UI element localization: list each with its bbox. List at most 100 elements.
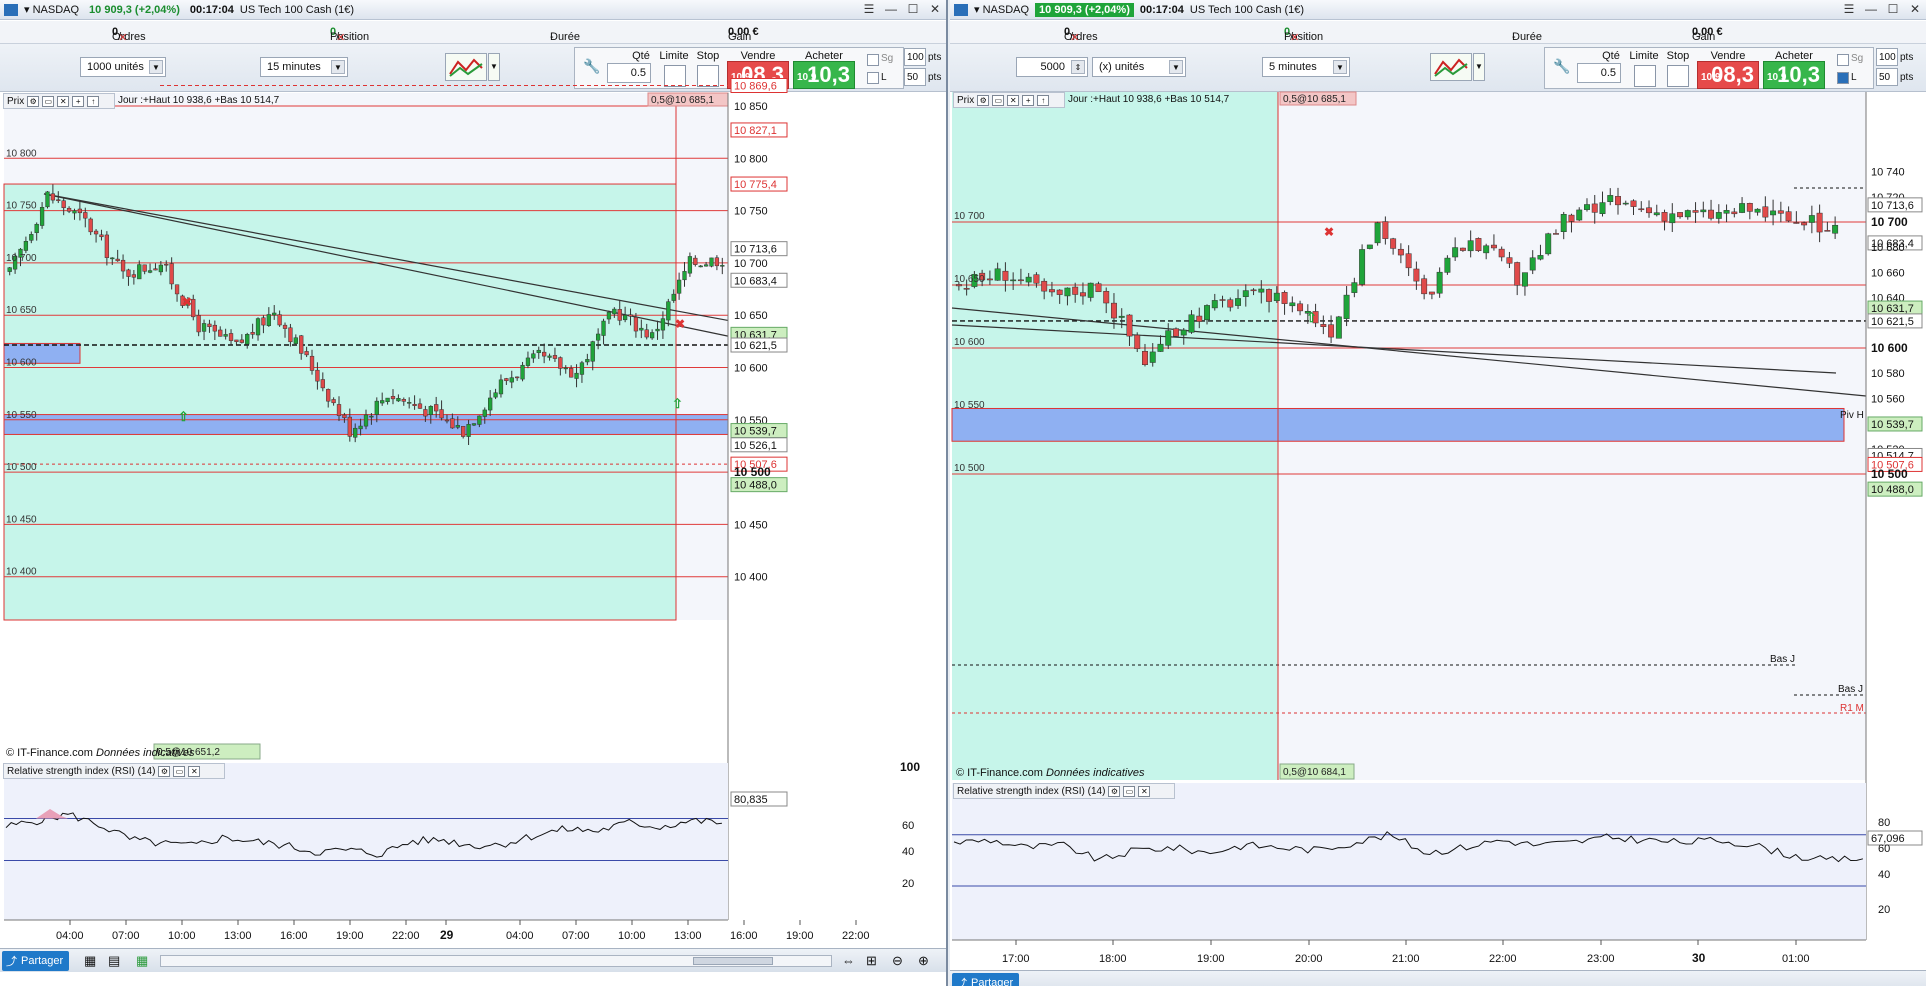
ohlc-summary: Jour :+Haut 10 938,6 +Bas 10 514,7 — [1068, 94, 1230, 105]
candle-body — [455, 425, 460, 428]
candle-body — [363, 414, 369, 427]
zoom-fit-icon[interactable]: ⊞ — [866, 953, 877, 969]
wrench-icon[interactable]: ⚙ — [158, 765, 171, 777]
grid-icon[interactable]: ▦ — [84, 953, 96, 969]
rsi-background — [4, 763, 728, 920]
candle-body — [1630, 200, 1637, 207]
close-icon[interactable]: ✕ — [1007, 94, 1020, 106]
close-icon[interactable]: ✕ — [1138, 785, 1151, 797]
candle-body — [61, 200, 66, 209]
candle-body — [1072, 286, 1079, 295]
axis-price-label: 10 869,6 — [734, 80, 777, 92]
wrench-icon[interactable]: ⚙ — [1108, 785, 1121, 797]
candle-body — [1708, 209, 1715, 219]
chart-canvas[interactable]: ✖ ⇧ 0,5@10 685,1 0,5@10 684,1 Piv H Bas J Bas … — [950, 0, 1926, 986]
candle-body — [196, 315, 201, 333]
candle-body — [115, 258, 120, 262]
candle-body — [1467, 240, 1474, 252]
candle-body — [88, 218, 93, 233]
candle-body — [590, 341, 595, 362]
candle-body — [374, 400, 379, 415]
price-label: Prix — [957, 94, 975, 106]
candle-body — [277, 314, 282, 326]
candle-body — [369, 415, 374, 418]
xaxis-label: 16:00 — [280, 930, 308, 942]
candle-body — [1514, 262, 1521, 286]
axis-price-label: 10 580 — [1871, 368, 1905, 380]
candle-body — [471, 423, 477, 426]
candle-body — [1731, 211, 1738, 215]
candle-body — [72, 210, 77, 214]
zoom-out-icon[interactable]: ⊖ — [892, 953, 903, 969]
candle-body — [1041, 280, 1048, 292]
candle-body — [1204, 305, 1210, 321]
close-icon[interactable]: ✕ — [57, 95, 70, 107]
candle-body — [1173, 328, 1179, 337]
window-icon[interactable]: ▭ — [992, 94, 1005, 106]
candle-body — [1560, 214, 1567, 233]
xaxis-label: 16:00 — [730, 930, 758, 942]
candle-body — [1808, 215, 1815, 223]
add-icon[interactable]: + — [72, 95, 85, 107]
axis-price-label: 10 539,7 — [734, 426, 777, 438]
xaxis-label: 19:00 — [336, 930, 364, 942]
candle-body — [1824, 230, 1831, 232]
candle-body — [110, 257, 115, 260]
wrench-icon[interactable]: ⚙ — [977, 94, 990, 106]
candle-body — [1832, 224, 1839, 234]
candle-body — [1785, 211, 1792, 222]
calculator-icon[interactable]: ▤ — [108, 953, 120, 969]
window-icon[interactable]: ▭ — [1123, 785, 1136, 797]
candle-body — [1584, 204, 1590, 210]
window-icon[interactable]: ▭ — [173, 765, 186, 777]
pan-icon[interactable]: ⇔ — [842, 953, 855, 968]
candle-body — [245, 334, 250, 345]
candle-body — [1483, 245, 1490, 254]
axis-price-label: 10 400 — [734, 572, 768, 584]
candle-body — [1715, 212, 1722, 219]
candle-body — [444, 419, 450, 422]
share-button[interactable]: ⤴ Partager — [2, 951, 70, 971]
candle-body — [466, 424, 471, 437]
candle-body — [1669, 213, 1676, 224]
candle-body — [1297, 303, 1304, 312]
candle-body — [1033, 274, 1040, 284]
candle-body — [1754, 208, 1761, 213]
wrench-icon[interactable]: ⚙ — [27, 95, 40, 107]
xaxis-label: 07:00 — [562, 930, 590, 942]
zoom-in-icon[interactable]: ⊕ — [918, 953, 929, 969]
time-scrollbar[interactable] — [160, 955, 832, 967]
candle-body — [1064, 287, 1071, 297]
close-icon[interactable]: ✕ — [188, 765, 201, 777]
candle-body — [261, 317, 266, 326]
candle-body — [1095, 283, 1102, 293]
pivot-label: Piv H — [1840, 410, 1864, 421]
candle-body — [1638, 208, 1645, 211]
add-icon[interactable]: + — [1022, 94, 1035, 106]
candle-body — [1235, 298, 1241, 306]
candle-body — [1646, 207, 1652, 214]
candle-body — [1374, 222, 1381, 244]
plot-price-label: 10 650 — [954, 274, 985, 285]
chart-canvas[interactable]: ✖✖⇧⇧0,5@10 685,10,5@10 651,20,5@10 684,1… — [0, 0, 948, 986]
candle-body — [153, 268, 158, 271]
candle-body — [417, 403, 423, 409]
candle-body — [542, 351, 547, 357]
candle-body — [223, 334, 228, 337]
r1-label: R1 M — [1840, 703, 1864, 714]
rsi-title: Relative strength index (RSI) (14) — [7, 765, 156, 777]
xaxis-label: 17:00 — [1002, 953, 1030, 965]
share-button[interactable]: ⤴ Partager — [952, 973, 1020, 986]
candle-body — [407, 402, 412, 404]
axis-price-label: 10 621,5 — [734, 340, 777, 352]
candle-body — [1250, 289, 1257, 292]
scrollbar-thumb[interactable] — [693, 957, 773, 965]
candle-body — [1056, 289, 1063, 295]
window-icon[interactable]: ▭ — [42, 95, 55, 107]
arrow-up-icon[interactable]: ↑ — [87, 95, 100, 107]
table-icon[interactable]: ▦ — [136, 953, 148, 969]
candle-body — [714, 257, 720, 267]
arrow-up-icon[interactable]: ↑ — [1037, 94, 1050, 106]
candle-body — [1490, 244, 1497, 249]
candle-body — [1157, 343, 1164, 352]
